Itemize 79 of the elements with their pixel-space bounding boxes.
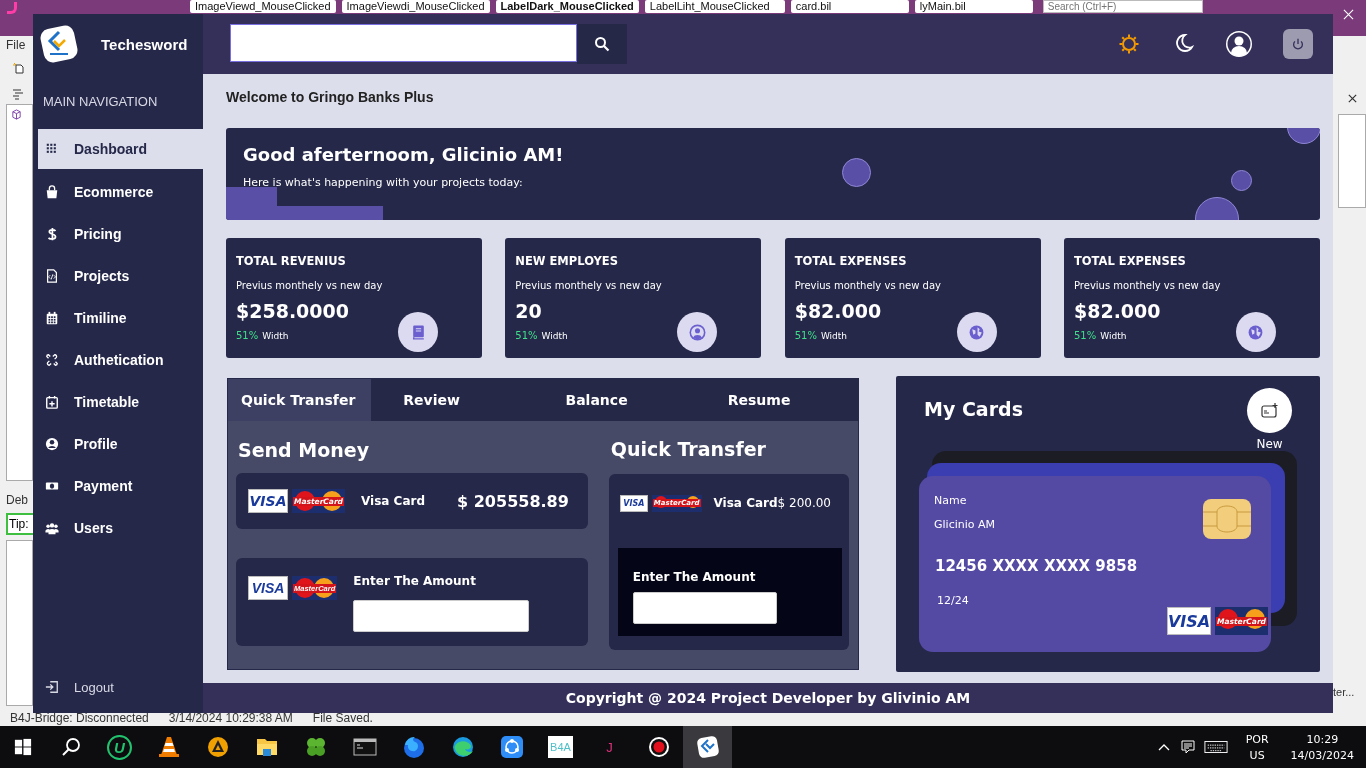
menu-item[interactable]: File xyxy=(6,38,33,52)
change-label: Width xyxy=(1100,331,1127,341)
tab[interactable]: Quick Transfer xyxy=(228,379,372,421)
change-label: Width xyxy=(820,331,848,341)
card-label: Name xyxy=(934,494,968,507)
nav-item[interactable]: Users xyxy=(38,507,203,549)
page-title: Welcome to Gringo Banks Plus xyxy=(226,88,435,107)
nav-item[interactable]: Timiline xyxy=(38,297,203,339)
stat-value: $258.0000 xyxy=(236,300,350,322)
section-heading: MAIN NAVIGATION xyxy=(42,93,159,111)
stat-title: NEW EMPLOYES xyxy=(515,254,619,268)
visa-logo: VISA xyxy=(619,494,648,512)
nav-item[interactable]: Projects xyxy=(38,255,203,297)
change-percent: 51% xyxy=(236,330,259,341)
visa-logo: VISA xyxy=(248,576,288,600)
stat-title: TOTAL REVENIUS xyxy=(236,254,347,268)
visa-logo: VISA xyxy=(248,489,288,513)
stat-title: TOTAL EXPENSES xyxy=(1074,254,1187,268)
card-holder: Glicinio AM xyxy=(934,518,996,531)
section-title: Quick Transfer xyxy=(609,438,767,460)
stat-subtitle: Previus monthely vs new day xyxy=(1074,280,1222,291)
clock-time[interactable]: 10:29 xyxy=(1306,732,1339,746)
logout-link[interactable]: Logout xyxy=(33,673,203,701)
editor-tab[interactable]: ImageViewdi_MouseClicked xyxy=(341,0,490,13)
panel-label: Deb xyxy=(6,493,29,507)
editor-tab[interactable]: LabelLiht_MouseClicked xyxy=(644,0,785,13)
stat-value: $82.000 xyxy=(794,300,883,322)
app-icon[interactable]: J xyxy=(606,739,613,755)
brand-name: Techesword xyxy=(101,35,188,53)
editor-tab[interactable]: LabelDark_MouseClicked xyxy=(495,0,639,13)
change-label: Width xyxy=(541,331,568,341)
editor-tab[interactable]: ImageViewd_MouseClicked xyxy=(190,0,336,13)
status-text: B4J-Bridge: Disconnected xyxy=(10,711,149,725)
section-title: Send Money xyxy=(237,439,371,461)
tab[interactable]: Review xyxy=(371,379,534,421)
nav-item[interactable]: Ecommerce xyxy=(38,171,203,213)
change-label: Width xyxy=(262,331,289,341)
change-percent: 51% xyxy=(1074,330,1097,341)
stat-value: $82.000 xyxy=(1074,300,1162,322)
clock-date[interactable]: 14/03/2024 xyxy=(1290,748,1354,762)
change-percent: 51% xyxy=(515,330,538,341)
card-name: Visa Card xyxy=(713,496,778,510)
greeting-subtitle: Here is what's happening with your projects today: xyxy=(243,176,523,189)
card-expiry: 12/24 xyxy=(937,594,970,607)
language-text[interactable]: POR xyxy=(1245,732,1269,746)
taskbar-button[interactable]: U xyxy=(95,726,144,768)
field-label: Enter The Amount xyxy=(353,574,477,588)
stat-subtitle: Previus monthely vs new day xyxy=(515,280,663,291)
stat-value: 20 xyxy=(515,300,543,322)
card-amount: $ 200.00 xyxy=(777,496,831,510)
status-text: 3/14/2024 10:29:38 AM xyxy=(168,711,293,725)
stat-title: TOTAL EXPENSES xyxy=(794,254,908,268)
tip-field: Tip: xyxy=(6,513,33,535)
search-field[interactable]: Search (Ctrl+F) xyxy=(1042,0,1203,13)
copyright-text: Copyright @ 2024 Project Developer by Glivinio AM xyxy=(565,690,971,706)
editor-tab[interactable]: card.bil xyxy=(790,0,909,13)
layout-text[interactable]: US xyxy=(1249,748,1265,762)
nav-item[interactable]: Timetable xyxy=(38,381,203,423)
change-percent: 51% xyxy=(794,330,817,341)
nav-item[interactable]: Profile xyxy=(38,423,203,465)
nav-item[interactable]: Pricing xyxy=(38,213,203,255)
panel-title: My Cards xyxy=(924,398,1023,422)
stat-subtitle: Previus monthely vs new day xyxy=(236,280,384,291)
visa-logo: VISA xyxy=(1167,607,1211,635)
tab[interactable]: Resume xyxy=(695,379,858,421)
new-label: New xyxy=(1256,437,1283,451)
status-text: File Saved. xyxy=(312,711,373,725)
field-label: Enter The Amount xyxy=(632,570,757,584)
nav-item[interactable]: Authetication xyxy=(38,339,203,381)
greeting-title: Good aferternoom, Glicinio AM! xyxy=(243,144,564,165)
card-number: 12456 XXXX XXXX 9858 xyxy=(935,557,1139,575)
nav-item[interactable]: Payment xyxy=(38,465,203,507)
nav-item[interactable]: Dashboard xyxy=(38,129,203,169)
app-icon[interactable]: U xyxy=(107,734,132,760)
panel-label: ter... xyxy=(1333,686,1356,698)
tab[interactable]: Balance xyxy=(533,379,696,421)
stat-subtitle: Previus monthely vs new day xyxy=(794,280,942,291)
taskbar-button[interactable]: J xyxy=(585,726,634,768)
editor-tab[interactable]: lyMain.bil xyxy=(914,0,1033,13)
